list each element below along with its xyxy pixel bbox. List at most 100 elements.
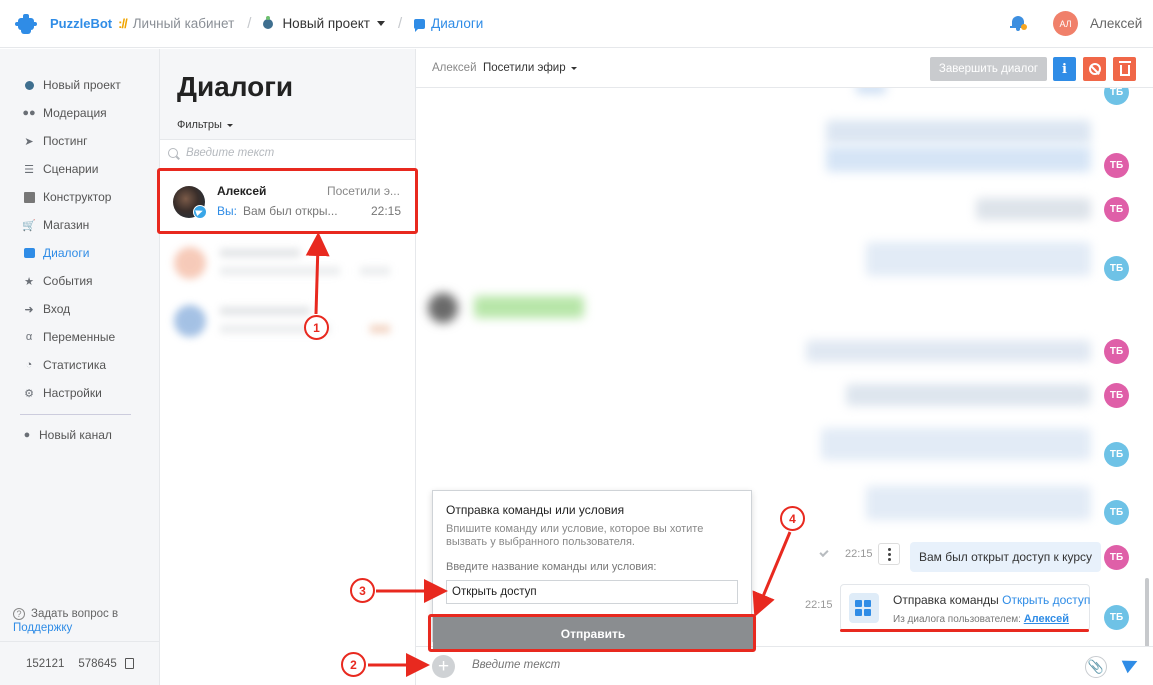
command-name-input[interactable]	[446, 580, 738, 604]
scrollbar[interactable]	[1145, 578, 1149, 646]
blurred-message	[866, 486, 1091, 520]
sidebar-item-login[interactable]: ➜ Вход	[22, 301, 70, 317]
ban-icon	[1088, 63, 1101, 75]
sidebar-item-statistics[interactable]: ◔ Статистика	[22, 357, 106, 373]
blurred-message	[826, 120, 1091, 144]
sidebar-item-label: Новый проект	[43, 78, 121, 92]
finish-dialog-button[interactable]: Завершить диалог	[930, 57, 1047, 81]
breadcrumb-dialogs-label: Диалоги	[431, 16, 484, 31]
grid-icon	[22, 191, 36, 203]
notifications-bell-icon[interactable]	[1010, 15, 1027, 31]
command-card-label: Отправка команды	[893, 593, 999, 607]
chat-tag-dropdown[interactable]: Посетили эфир	[483, 62, 577, 74]
send-icon[interactable]	[1121, 654, 1141, 674]
sidebar-item-new-channel[interactable]: ● Новый канал	[22, 427, 112, 443]
sidebar-item-constructor[interactable]: Конструктор	[22, 189, 111, 205]
command-card-title: Отправка команды Открыть доступ	[893, 593, 1090, 607]
blurred-message	[826, 146, 1091, 172]
user-avatar[interactable]: АЛ	[1053, 11, 1078, 36]
project-icon	[22, 79, 36, 91]
sidebar-item-label: Сценарии	[43, 162, 99, 176]
command-card-subtitle: Из диалога пользователем: Алексей	[893, 613, 1069, 625]
sidebar-item-posting[interactable]: ➤ Постинг	[22, 133, 88, 149]
bot-id: 578645	[78, 657, 117, 670]
gear-icon: ⚙	[24, 387, 34, 400]
blurred-message	[474, 296, 584, 318]
sidebar-item-events[interactable]: ★ События	[22, 273, 93, 289]
sidebar-item-moderation[interactable]: ●● Модерация	[22, 105, 107, 121]
puzzlebot-logo-icon	[15, 13, 37, 35]
chat-tag-label: Посетили эфир	[483, 62, 566, 74]
project-name: Новый проект	[282, 16, 370, 31]
command-name[interactable]: Открыть доступ	[1002, 593, 1090, 607]
project-icon	[263, 15, 274, 29]
popup-description: Впишите команду или условие, которое вы …	[446, 523, 704, 548]
command-card-user-link[interactable]: Алексей	[1024, 613, 1069, 625]
sidebar-item-label: Модерация	[43, 106, 107, 120]
copy-icon[interactable]	[124, 658, 134, 669]
sidebar-item-shop[interactable]: 🛒 Магазин	[22, 217, 89, 233]
brand-name: PuzzleBot	[50, 16, 113, 31]
dialog-list-panel: Диалоги Фильтры Введите текст Алексей По…	[160, 49, 416, 685]
support-link[interactable]: Поддержку	[13, 622, 72, 634]
sidebar-item-label: Статистика	[43, 358, 107, 372]
dialog-search[interactable]: Введите текст	[168, 147, 274, 159]
search-icon	[168, 148, 178, 158]
blurred-message	[976, 198, 1091, 220]
annotation-number-3: 3	[350, 578, 375, 603]
message-bubble: Вам был открыт доступ к курсу	[910, 542, 1102, 572]
variable-icon: α	[25, 331, 33, 343]
sidebar-item-dialogs[interactable]: Диалоги	[22, 245, 89, 261]
dialog-list-header: Диалоги Фильтры	[160, 49, 415, 140]
breadcrumb-cabinet[interactable]: Личный кабинет	[133, 16, 235, 31]
sidebar-item-scenarios[interactable]: ☰ Сценарии	[22, 161, 98, 177]
chevron-down-icon	[376, 21, 385, 26]
card-time: 22:15	[805, 599, 833, 611]
command-card-sub-label: Из диалога пользователем:	[893, 614, 1021, 625]
filters-label: Фильтры	[177, 119, 222, 131]
avatar: ТБ	[1104, 383, 1129, 408]
pie-chart-icon: ◔	[25, 359, 33, 371]
message-menu-button[interactable]	[878, 543, 900, 565]
sidebar-item-label: Конструктор	[43, 190, 112, 204]
sidebar-item-label: Магазин	[43, 218, 90, 232]
annotation-number-4: 4	[780, 506, 805, 531]
question-icon: ?	[13, 608, 25, 620]
chat-icon	[22, 247, 36, 259]
user-name[interactable]: Алексей	[1090, 16, 1142, 31]
avatar: ТБ	[1104, 442, 1129, 467]
sidebar-item-label: События	[43, 274, 93, 288]
sidebar-item-label: Постинг	[43, 134, 88, 148]
popup-field-label: Введите название команды или условия:	[446, 561, 657, 573]
support-text: Задать вопрос в	[31, 608, 119, 620]
dialog-list-item-blurred[interactable]	[170, 239, 406, 289]
sidebar-item-new-project[interactable]: Новый проект	[22, 77, 121, 93]
message-input[interactable]	[472, 659, 872, 671]
attach-icon[interactable]: 📎	[1085, 656, 1107, 678]
scenario-icon: ☰	[24, 163, 34, 176]
sidebar-item-variables[interactable]: α Переменные	[22, 329, 115, 345]
breadcrumb-separator: /	[247, 15, 252, 32]
breadcrumb-dialogs[interactable]: Диалоги	[414, 16, 484, 32]
sidebar-item-settings[interactable]: ⚙ Настройки	[22, 385, 102, 401]
search-input[interactable]: Введите текст	[186, 147, 274, 159]
support-block: ? Задать вопрос в Поддержку	[13, 607, 118, 635]
avatar: ТБ	[1104, 197, 1129, 222]
block-button[interactable]	[1083, 57, 1106, 81]
logo[interactable]: PuzzleBot ://	[15, 13, 128, 35]
info-button[interactable]: i	[1053, 57, 1076, 81]
dialog-list-item-blurred[interactable]	[170, 297, 406, 347]
top-bar: PuzzleBot :// Личный кабинет / Новый про…	[0, 0, 1153, 48]
filters-dropdown[interactable]: Фильтры	[177, 119, 233, 131]
delete-button[interactable]	[1113, 57, 1136, 81]
paper-plane-icon: ➤	[24, 135, 34, 148]
login-icon: ➜	[24, 303, 34, 316]
add-command-button[interactable]: +	[432, 655, 455, 678]
channel-icon: ●	[23, 429, 31, 441]
message-time: 22:15	[845, 548, 873, 560]
sidebar-item-label: Диалоги	[43, 246, 90, 260]
project-selector[interactable]: Новый проект	[263, 15, 385, 31]
avatar: ТБ	[1104, 500, 1129, 525]
star-icon: ★	[24, 275, 34, 288]
sidebar-item-label: Новый канал	[39, 428, 112, 442]
